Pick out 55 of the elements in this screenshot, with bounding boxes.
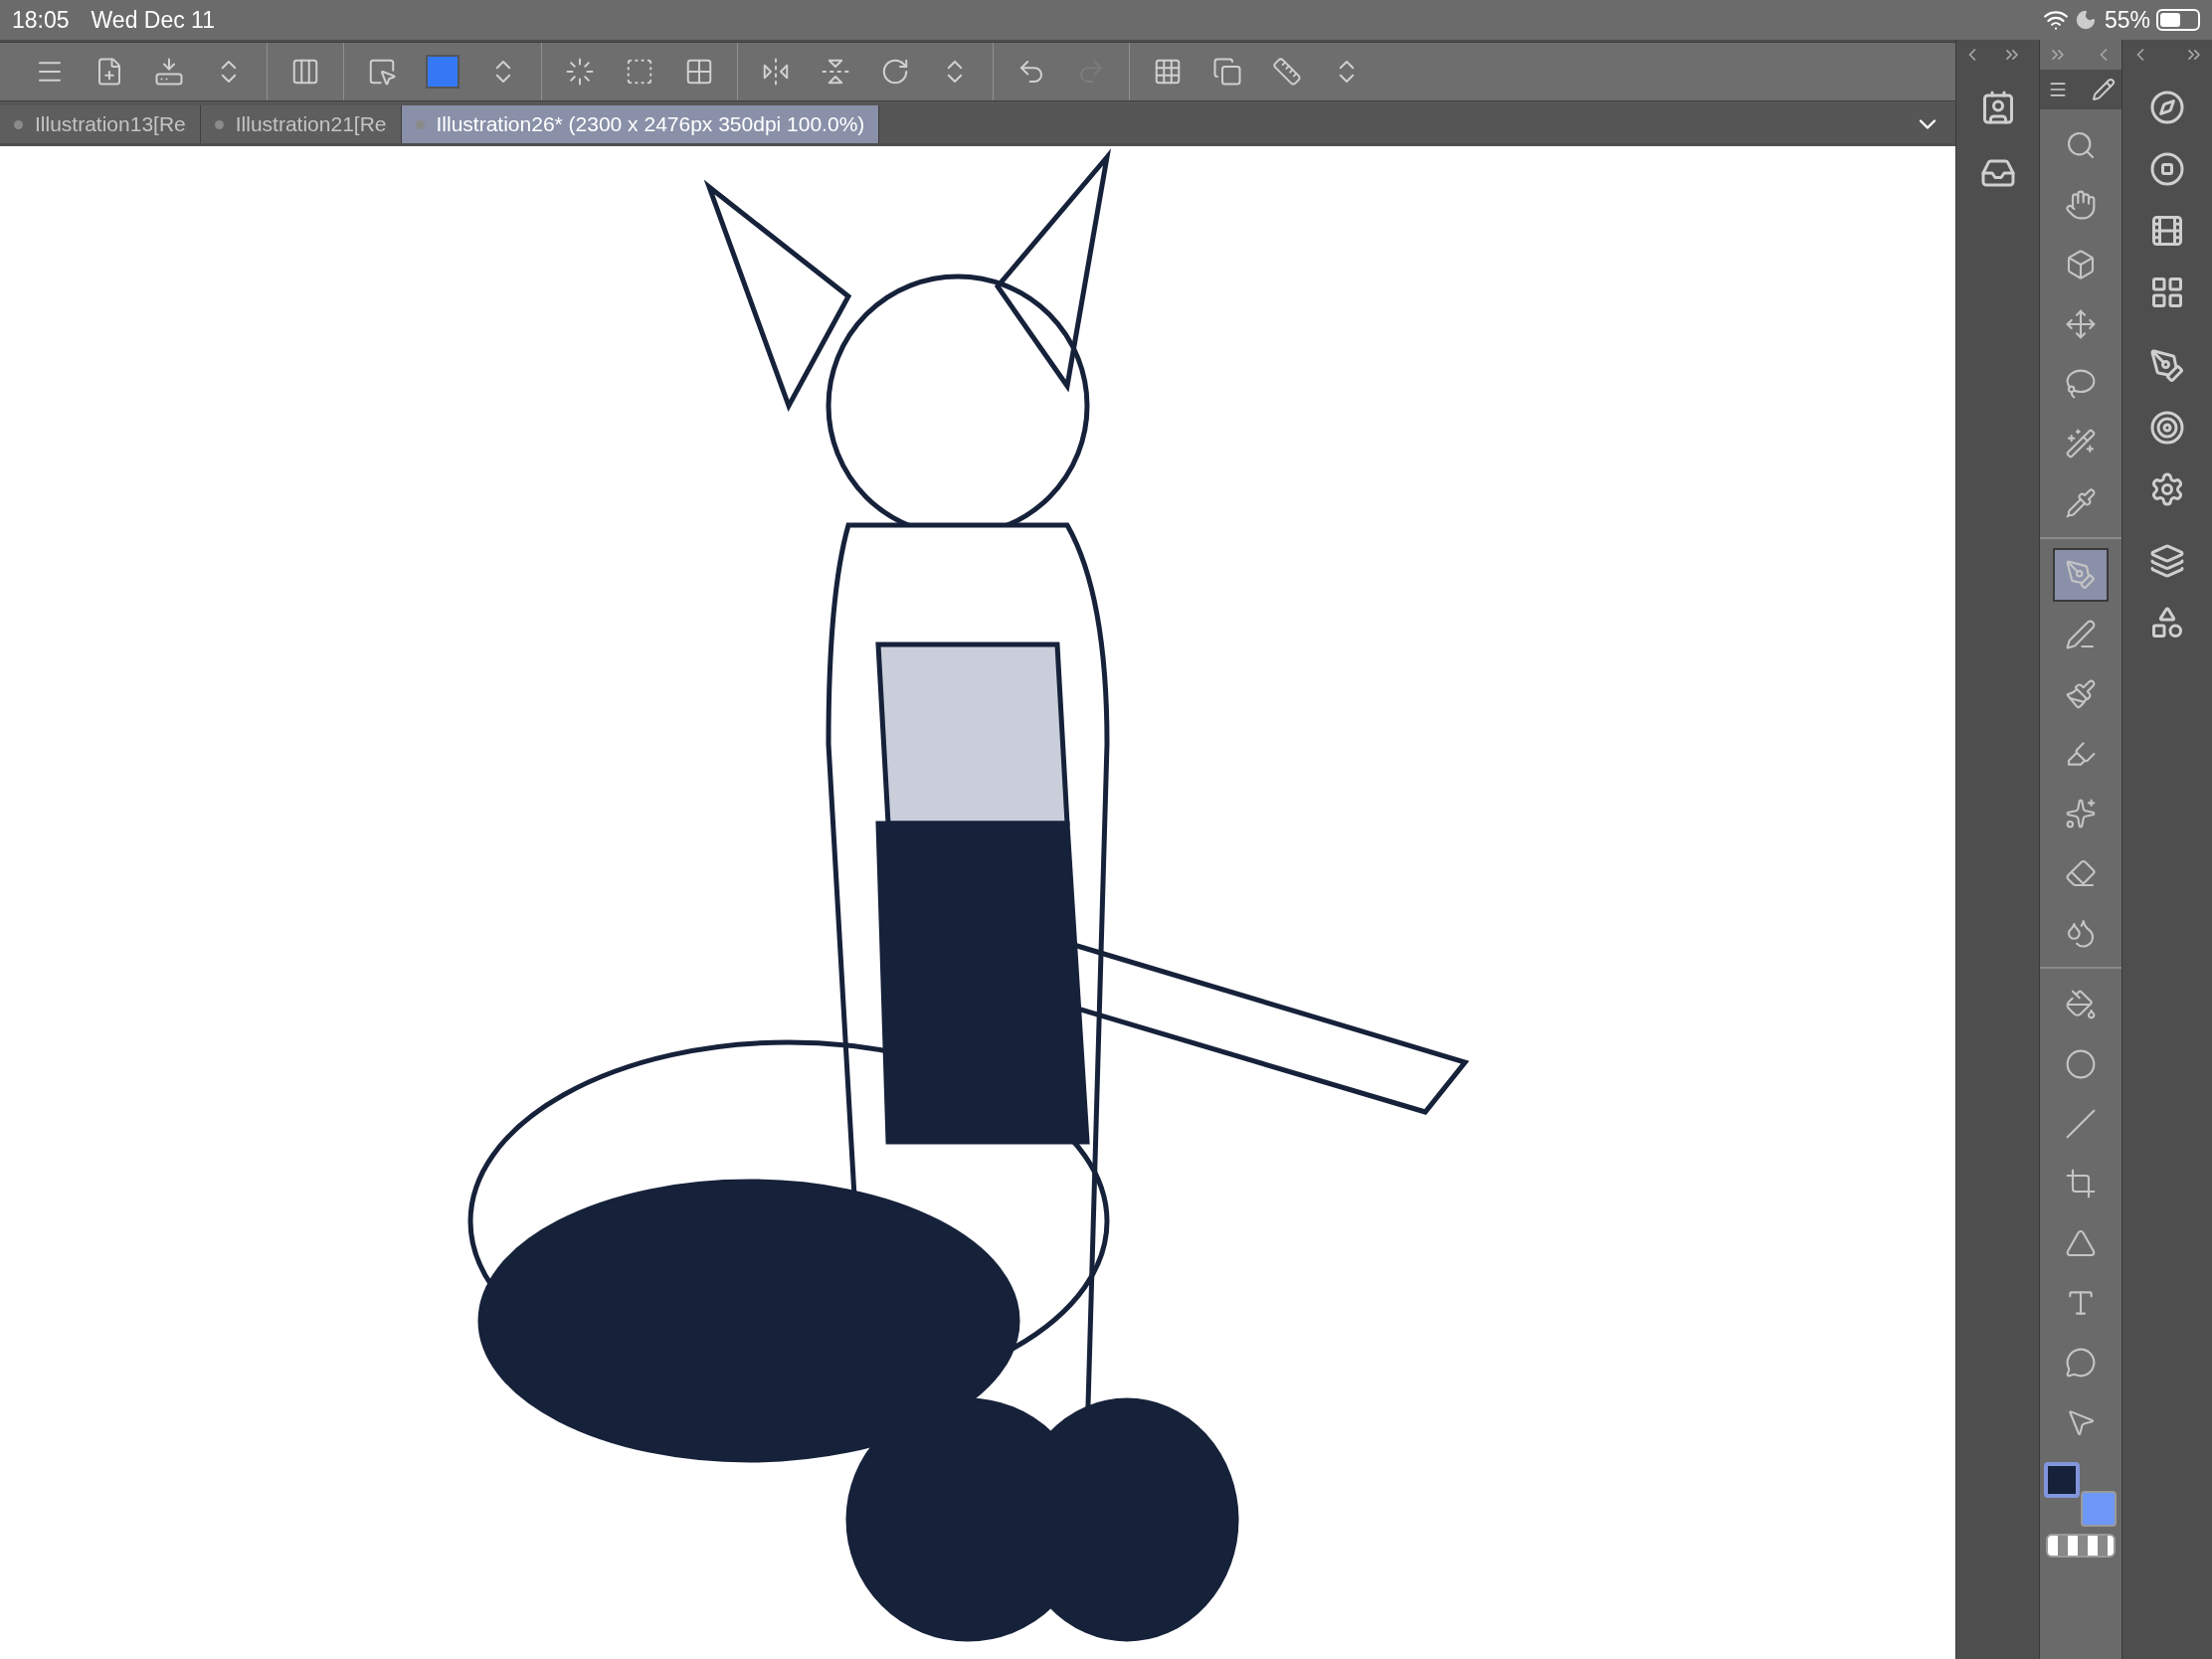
drops-icon bbox=[2065, 917, 2097, 949]
sub-color-swatch[interactable] bbox=[2081, 1491, 2117, 1527]
magic-wand-icon bbox=[2065, 428, 2097, 460]
line-icon bbox=[2065, 1108, 2097, 1140]
mesh-icon bbox=[684, 57, 714, 87]
triangle-icon bbox=[2065, 1227, 2097, 1259]
transparent-color-swatch[interactable] bbox=[2046, 1534, 2116, 1558]
target-icon[interactable] bbox=[2149, 410, 2185, 446]
paint-bucket-icon bbox=[2065, 989, 2097, 1020]
eyedropper-icon bbox=[2065, 487, 2097, 519]
lasso-icon bbox=[2065, 368, 2097, 400]
selection-icon bbox=[367, 57, 397, 87]
pencil-icon bbox=[2065, 619, 2097, 650]
flip-vertical-icon bbox=[821, 57, 850, 87]
pen-nib-icon bbox=[2065, 559, 2097, 591]
pen-nib-icon[interactable] bbox=[2149, 348, 2185, 384]
ruler-icon bbox=[1272, 57, 1302, 87]
rotate-icon bbox=[880, 57, 910, 87]
transform-icon bbox=[625, 57, 654, 87]
cube-icon bbox=[2065, 249, 2097, 280]
brush-icon bbox=[2065, 678, 2097, 710]
frame-icon bbox=[2065, 1168, 2097, 1199]
zoom-icon bbox=[2065, 129, 2097, 161]
film-icon[interactable] bbox=[2149, 213, 2185, 249]
tool-menu-icon[interactable] bbox=[2048, 80, 2068, 99]
circle-icon bbox=[2065, 1048, 2097, 1080]
status-date: Wed Dec 11 bbox=[91, 5, 215, 35]
document-tab[interactable]: Illustration21[Re bbox=[200, 105, 402, 143]
settings-icon[interactable] bbox=[2149, 471, 2185, 507]
battery-icon bbox=[2156, 9, 2200, 31]
color-swatch-button[interactable] bbox=[426, 55, 460, 89]
document-tab[interactable]: Illustration26* (2300 x 2476px 350dpi 100.0%) bbox=[401, 105, 880, 143]
status-time: 18:05 bbox=[12, 5, 70, 35]
main-color-swatch[interactable] bbox=[2044, 1462, 2080, 1498]
navigator-icon[interactable] bbox=[2149, 90, 2185, 125]
move-icon bbox=[2065, 308, 2097, 340]
grid-add-icon bbox=[1153, 57, 1183, 87]
canvas[interactable] bbox=[0, 146, 1955, 1659]
shapes-icon[interactable] bbox=[2149, 605, 2185, 641]
dotted-circle-icon bbox=[565, 57, 595, 87]
hand-icon bbox=[2065, 189, 2097, 221]
flip-horizontal-icon bbox=[761, 57, 791, 87]
sparkle-icon bbox=[2065, 798, 2097, 830]
copy-icon bbox=[1212, 57, 1242, 87]
pencil-tab-icon[interactable] bbox=[2092, 78, 2116, 101]
speech-balloon-icon bbox=[2065, 1347, 2097, 1379]
battery-percent: 55% bbox=[2104, 5, 2150, 35]
document-tab[interactable]: Illustration13[Re bbox=[0, 105, 201, 143]
columns-icon bbox=[290, 57, 320, 87]
eraser-icon bbox=[2065, 857, 2097, 889]
grid-icon[interactable] bbox=[2149, 275, 2185, 310]
moon-icon bbox=[2074, 9, 2097, 31]
pen-nib-tool[interactable] bbox=[2053, 548, 2109, 602]
layers-icon[interactable] bbox=[2149, 543, 2185, 579]
tray-download-icon bbox=[154, 57, 184, 87]
